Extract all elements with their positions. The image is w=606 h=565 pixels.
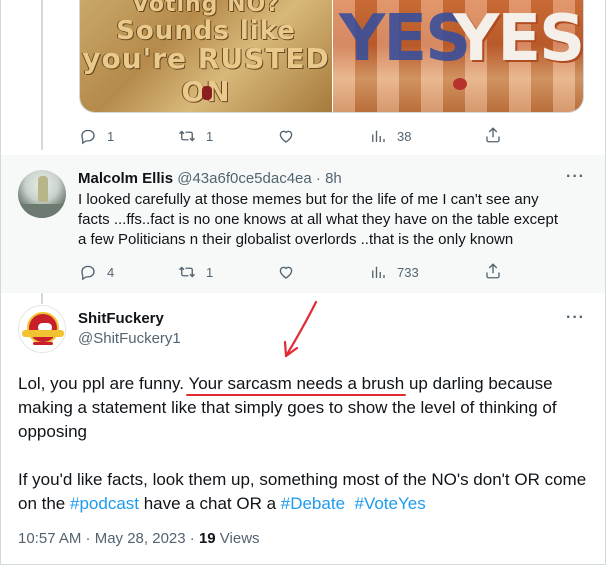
retweet-count: 1	[206, 128, 214, 144]
views-count: 733	[397, 264, 419, 280]
avatar[interactable]	[18, 170, 66, 218]
share-icon	[486, 127, 500, 143]
annotation-arrow	[283, 300, 318, 358]
tweet-actions: 1 1 38	[79, 126, 499, 146]
reply-header: Malcolm Ellis @43a6f0ce5dac4ea · 8h	[78, 170, 342, 187]
meme-image-rusted-on[interactable]: Voting NO? Sounds like you're RUSTED ON	[80, 0, 332, 112]
retweet-button[interactable]: 1	[178, 127, 213, 145]
yes-word-1: YES	[339, 2, 471, 76]
reply-line: facts ...ffs..fact is no one knows at al…	[78, 211, 558, 228]
reply-body: I looked carefully at those memes but fo…	[78, 190, 578, 250]
views-count: 38	[397, 128, 412, 144]
author-name[interactable]: ShitFuckery	[78, 310, 164, 327]
like-icon	[279, 130, 293, 143]
thread-line-top	[41, 0, 43, 150]
reply-button[interactable]: 4	[79, 263, 114, 281]
more-icon[interactable]: ···	[566, 168, 585, 186]
hashtag-podcast[interactable]: #podcast	[70, 494, 139, 513]
views-button[interactable]: 733	[369, 263, 419, 281]
like-button[interactable]	[277, 127, 295, 145]
reply-count: 1	[107, 128, 115, 144]
like-icon	[279, 266, 293, 279]
reply-line: I looked carefully at those memes but fo…	[78, 191, 539, 208]
reply-icon	[81, 265, 95, 281]
views-icon	[372, 130, 385, 142]
views-icon	[372, 266, 385, 278]
timestamp[interactable]: 10:57 AM · May 28, 2023 ·	[18, 530, 199, 547]
hashtag-debate[interactable]: #Debate	[281, 494, 345, 513]
retweet-count: 1	[206, 264, 214, 280]
meme-image-yes[interactable]: YES YES	[333, 0, 583, 112]
views-count: 19	[198, 530, 216, 547]
author-handle[interactable]: @43a6f0ce5dac4ea	[177, 170, 312, 187]
retweet-icon	[179, 130, 195, 142]
tweet-paragraph: Lol, you ppl are funny. Your sarcasm nee…	[18, 374, 557, 441]
retweet-button[interactable]: 1	[178, 263, 213, 281]
share-icon	[486, 263, 500, 279]
meme-logo	[202, 86, 212, 100]
reply-count: 4	[107, 264, 115, 280]
underlined-phrase: Your sarcasm needs a brush	[188, 374, 405, 393]
hashtag-voteyes[interactable]: #VoteYes	[354, 494, 425, 513]
avatar[interactable]	[18, 305, 66, 353]
tweet-media[interactable]: Voting NO? Sounds like you're RUSTED ON …	[79, 0, 584, 113]
meme-logo	[453, 78, 467, 90]
tweet-text: Lol, you ppl are funny. Your sarcasm nee…	[18, 372, 593, 516]
yes-word-2: YES	[453, 2, 583, 76]
views-label: Views	[215, 530, 260, 547]
reply-icon	[81, 129, 95, 145]
more-icon[interactable]: ···	[566, 309, 585, 327]
tweet-meta: 10:57 AM · May 28, 2023 · 19 Views	[18, 530, 260, 547]
like-button[interactable]	[277, 263, 295, 281]
thread-line-main	[41, 292, 43, 304]
share-button[interactable]	[484, 126, 502, 149]
meme-text-line-1: Voting NO?	[132, 0, 280, 17]
reply-actions: 4 1 733	[79, 262, 499, 282]
author-handle[interactable]: @ShitFuckery1	[78, 330, 181, 347]
tweet-paragraph: If you'd like facts, look them up, somet…	[18, 470, 587, 513]
views-button[interactable]: 38	[369, 127, 411, 145]
share-button[interactable]	[484, 262, 502, 285]
reply-button[interactable]: 1	[79, 127, 114, 145]
author-name[interactable]: Malcolm Ellis	[78, 170, 173, 187]
tweet-time[interactable]: · 8h	[316, 170, 342, 187]
retweet-icon	[179, 266, 195, 278]
reply-line: a few Politicians n their globalist over…	[78, 231, 514, 248]
